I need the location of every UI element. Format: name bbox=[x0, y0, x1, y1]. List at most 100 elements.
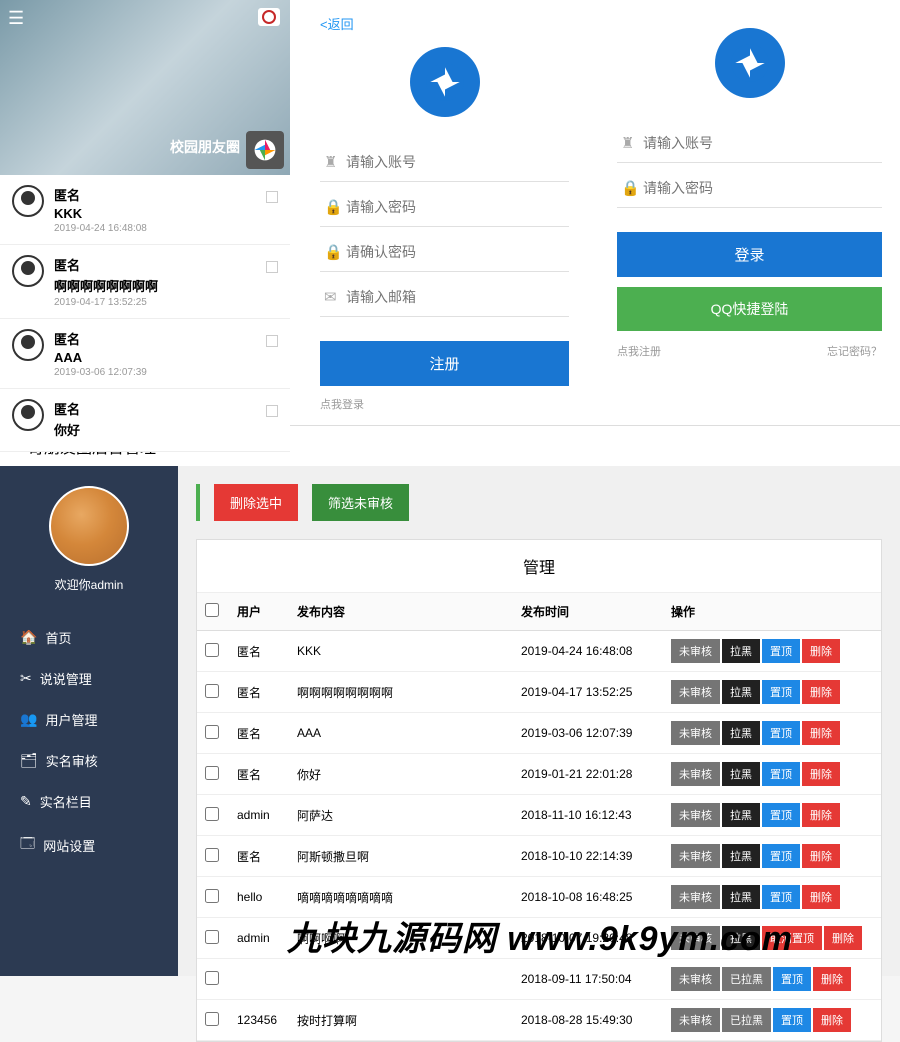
nav-item[interactable]: ✂说说管理 bbox=[0, 658, 178, 699]
op-button[interactable]: 已拉黑 bbox=[722, 1008, 771, 1032]
op-button[interactable]: 未审核 bbox=[671, 1008, 720, 1032]
op-button[interactable]: 拉黑 bbox=[722, 762, 760, 786]
nav-icon: 🗂 bbox=[20, 752, 38, 769]
feed-time: 2019-03-06 12:07:39 bbox=[54, 367, 266, 378]
op-button[interactable]: 未审核 bbox=[671, 885, 720, 909]
op-button[interactable]: 删除 bbox=[802, 844, 840, 868]
op-button[interactable]: 拉黑 bbox=[722, 926, 760, 950]
op-button[interactable]: 未审核 bbox=[671, 803, 720, 827]
nav-item[interactable]: 👥用户管理 bbox=[0, 699, 178, 740]
login-password-input[interactable] bbox=[643, 180, 878, 196]
login-link[interactable]: 点我登录 bbox=[320, 396, 569, 412]
op-button[interactable]: 已拉黑 bbox=[722, 967, 771, 991]
op-button[interactable]: 置顶 bbox=[762, 680, 800, 704]
filter-pending-button[interactable]: 筛选未审核 bbox=[312, 484, 409, 521]
cell-time: 2018-08-28 15:49:30 bbox=[513, 1000, 663, 1041]
qq-login-button[interactable]: QQ快捷登陆 bbox=[617, 287, 882, 331]
select-all-checkbox[interactable] bbox=[205, 603, 219, 617]
confirm-input[interactable] bbox=[346, 244, 565, 260]
op-button[interactable]: 未审核 bbox=[671, 926, 720, 950]
row-checkbox[interactable] bbox=[205, 848, 219, 862]
row-checkbox[interactable] bbox=[205, 1012, 219, 1026]
menu-icon[interactable]: ☰ bbox=[8, 8, 24, 29]
feed-action-icon[interactable] bbox=[266, 405, 278, 417]
login-footer: 点我注册 忘记密码？ bbox=[617, 343, 882, 359]
op-button[interactable]: 置顶 bbox=[773, 967, 811, 991]
table-row: 匿名 你好 2019-01-21 22:01:28 未审核拉黑置顶删除 bbox=[197, 754, 881, 795]
op-button[interactable]: 置顶 bbox=[762, 721, 800, 745]
op-button[interactable]: 删除 bbox=[802, 721, 840, 745]
op-button[interactable]: 删除 bbox=[802, 680, 840, 704]
op-button[interactable]: 删除 bbox=[824, 926, 862, 950]
op-button[interactable]: 拉黑 bbox=[722, 721, 760, 745]
feed-action-icon[interactable] bbox=[266, 261, 278, 273]
feed-item[interactable]: 匿名 AAA 2019-03-06 12:07:39 bbox=[0, 319, 290, 389]
register-button[interactable]: 注册 bbox=[320, 341, 569, 386]
login-password-row: 🔒 bbox=[617, 169, 882, 208]
row-checkbox[interactable] bbox=[205, 971, 219, 985]
op-button[interactable]: 未审核 bbox=[671, 762, 720, 786]
register-link[interactable]: 点我注册 bbox=[617, 343, 661, 359]
cell-time: 2018-10-08 16:48:25 bbox=[513, 877, 663, 918]
op-button[interactable]: 置顶 bbox=[762, 639, 800, 663]
delete-selected-button[interactable]: 删除选中 bbox=[214, 484, 298, 521]
op-button[interactable]: 置顶 bbox=[762, 844, 800, 868]
op-button[interactable]: 未审核 bbox=[671, 844, 720, 868]
op-button[interactable]: 删除 bbox=[813, 1008, 851, 1032]
row-checkbox[interactable] bbox=[205, 807, 219, 821]
feed-header: ☰ 校园朋友圈 bbox=[0, 0, 290, 175]
forgot-link[interactable]: 忘记密码？ bbox=[827, 343, 882, 359]
row-checkbox[interactable] bbox=[205, 930, 219, 944]
cell-user: admin bbox=[229, 918, 289, 959]
op-button[interactable]: 删除 bbox=[802, 762, 840, 786]
email-row: ✉ bbox=[320, 278, 569, 317]
op-button[interactable]: 删除 bbox=[802, 639, 840, 663]
op-button[interactable]: 拉黑 bbox=[722, 639, 760, 663]
op-button[interactable]: 未审核 bbox=[671, 967, 720, 991]
feed-action-icon[interactable] bbox=[266, 191, 278, 203]
account-input[interactable] bbox=[346, 154, 565, 170]
op-button[interactable]: 置顶 bbox=[773, 1008, 811, 1032]
op-button[interactable]: 未审核 bbox=[671, 639, 720, 663]
cell-content: 嘀嘀嘀嘀嘀嘀嘀嘀 bbox=[289, 877, 513, 918]
feed-item[interactable]: 匿名 啊啊啊啊啊啊啊啊 2019-04-17 13:52:25 bbox=[0, 245, 290, 319]
confirm-row: 🔒 bbox=[320, 233, 569, 272]
nav-item[interactable]: 🏠首页 bbox=[0, 617, 178, 658]
op-button[interactable]: 置顶 bbox=[762, 803, 800, 827]
row-checkbox[interactable] bbox=[205, 684, 219, 698]
nav-item[interactable]: ✎实名栏目 bbox=[0, 781, 178, 822]
op-button[interactable]: 删除 bbox=[802, 885, 840, 909]
avatar-icon bbox=[12, 329, 44, 361]
op-button[interactable]: 拉黑 bbox=[722, 885, 760, 909]
password-input[interactable] bbox=[346, 199, 565, 215]
email-input[interactable] bbox=[346, 289, 565, 305]
op-button[interactable]: 拉黑 bbox=[722, 803, 760, 827]
register-panel: <返回 ♜ 🔒 🔒 ✉ 注册 点我登录 bbox=[302, 0, 587, 425]
op-button[interactable]: 未审核 bbox=[671, 680, 720, 704]
row-checkbox[interactable] bbox=[205, 766, 219, 780]
cell-ops: 未审核拉黑置顶删除 bbox=[663, 754, 881, 795]
op-button[interactable]: 拉黑 bbox=[722, 680, 760, 704]
feed-action-icon[interactable] bbox=[266, 335, 278, 347]
op-button[interactable]: 拉黑 bbox=[722, 844, 760, 868]
login-button[interactable]: 登录 bbox=[617, 232, 882, 277]
back-link[interactable]: <返回 bbox=[320, 14, 569, 33]
op-button[interactable]: 取消置顶 bbox=[762, 926, 822, 950]
op-button[interactable]: 删除 bbox=[802, 803, 840, 827]
feed-user: 匿名 bbox=[54, 185, 266, 204]
row-checkbox[interactable] bbox=[205, 889, 219, 903]
cell-user: hello bbox=[229, 877, 289, 918]
nav-item[interactable]: 🗔网站设置 bbox=[0, 822, 178, 868]
row-checkbox[interactable] bbox=[205, 725, 219, 739]
op-button[interactable]: 置顶 bbox=[762, 762, 800, 786]
feed-item[interactable]: 匿名 你好 bbox=[0, 389, 290, 452]
camera-icon[interactable] bbox=[258, 8, 280, 26]
table-row: admin 啊啊啊啊 2018-10-07 19:20:48 未审核拉黑取消置顶… bbox=[197, 918, 881, 959]
row-checkbox[interactable] bbox=[205, 643, 219, 657]
nav-item[interactable]: 🗂实名审核 bbox=[0, 740, 178, 781]
op-button[interactable]: 删除 bbox=[813, 967, 851, 991]
login-account-input[interactable] bbox=[643, 135, 878, 151]
op-button[interactable]: 未审核 bbox=[671, 721, 720, 745]
op-button[interactable]: 置顶 bbox=[762, 885, 800, 909]
feed-item[interactable]: 匿名 KKK 2019-04-24 16:48:08 bbox=[0, 175, 290, 245]
